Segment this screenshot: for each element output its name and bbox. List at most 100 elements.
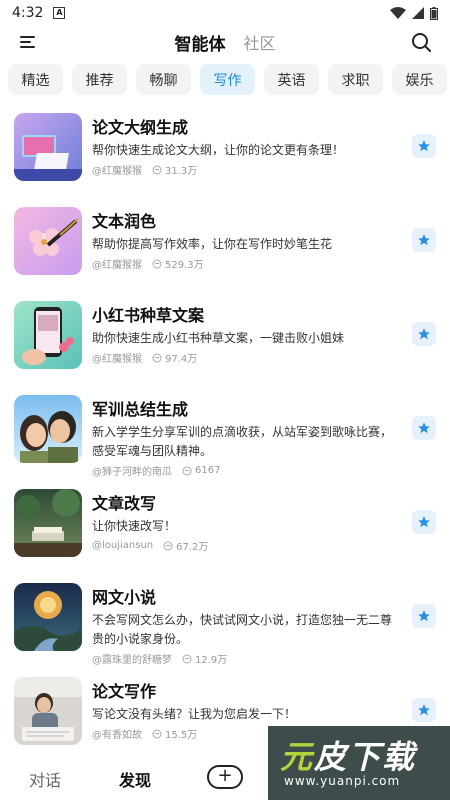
chat-bubble-icon (182, 466, 192, 475)
agent-meta: @loujiansun 67.2万 (92, 538, 402, 553)
wifi-icon (390, 7, 406, 19)
star-icon (418, 704, 430, 716)
usage-count: 6167 (182, 465, 220, 476)
favorite-button[interactable] (412, 322, 436, 346)
agent-desc: 助你快速生成小红书种草文案，一键击败小姐妹 (92, 331, 345, 345)
usage-count: 31.3万 (152, 162, 197, 177)
chat-bubble-icon (152, 353, 162, 362)
add-button[interactable]: + (207, 765, 243, 789)
chat-bubble-icon (163, 541, 173, 550)
agent-info: 网文小说 不会写网文怎么办，快试试网文小说，打造您独一无二尊贵的小说家身份。 @… (92, 588, 402, 666)
agent-title: 论文写作 (92, 682, 157, 701)
top-bar: 智能体 社区 (0, 26, 450, 58)
chip-entertainment[interactable]: 娱乐 (392, 64, 447, 95)
chat-bubble-icon (152, 729, 162, 738)
agent-info: 论文大纲生成 帮你快速生成论文大纲，让你的论文更有条理！ @红魔猴猴 31.3万 (92, 118, 402, 177)
star-icon (418, 610, 430, 622)
agent-title: 文章改写 (92, 494, 157, 513)
star-icon (418, 328, 430, 340)
agent-item[interactable]: 文章改写 让你快速改写！ @loujiansun 67.2万 (0, 480, 450, 574)
usage-count: 12.9万 (182, 651, 227, 666)
status-icons (390, 6, 438, 20)
usage-count-value: 12.9万 (195, 655, 228, 666)
favorite-button[interactable] (412, 134, 436, 158)
agent-meta: @红魔猴猴 97.4万 (92, 350, 402, 365)
favorite-button[interactable] (412, 510, 436, 534)
status-time: 4:32 (12, 5, 44, 21)
battery-icon (430, 6, 438, 20)
agent-item[interactable]: 网文小说 不会写网文怎么办，快试试网文小说，打造您独一无二尊贵的小说家身份。 @… (0, 574, 450, 668)
agent-list: 论文大纲生成 帮你快速生成论文大纲，让你的论文更有条理！ @红魔猴猴 31.3万 (0, 104, 450, 762)
agent-thumbnail (14, 489, 82, 557)
agent-title: 网文小说 (92, 588, 157, 607)
agent-title: 论文大纲生成 (92, 118, 189, 137)
menu-icon[interactable] (18, 32, 38, 52)
search-icon[interactable] (410, 31, 432, 53)
favorite-button[interactable] (412, 604, 436, 628)
chip-english[interactable]: 英语 (264, 64, 319, 95)
nav-dialog[interactable]: 对话 (29, 767, 61, 791)
usage-count-value: 6167 (195, 465, 221, 476)
chip-recommended[interactable]: 推荐 (72, 64, 127, 95)
agent-thumbnail (14, 677, 82, 745)
agent-title: 军训总结生成 (92, 400, 189, 419)
usage-count: 67.2万 (163, 538, 208, 553)
agent-desc: 让你快速改写！ (92, 519, 177, 533)
agent-author: @红魔猴猴 (92, 166, 142, 177)
tab-community[interactable]: 社区 (243, 30, 275, 54)
agent-author: @有香如故 (92, 730, 142, 741)
agent-meta: @露珠里的舒糖梦 12.9万 (92, 651, 402, 666)
status-bar: 4:32 A (0, 0, 450, 26)
agent-thumbnail (14, 207, 82, 275)
agent-meta: @红魔猴猴 529.3万 (92, 256, 402, 271)
usage-count: 529.3万 (152, 256, 204, 271)
usage-count-value: 31.3万 (165, 166, 198, 177)
agent-info: 文本润色 帮助你提高写作效率，让你在写作时妙笔生花 @红魔猴猴 529.3万 (92, 212, 402, 271)
agent-meta: @红魔猴猴 31.3万 (92, 162, 402, 177)
chip-jobs[interactable]: 求职 (328, 64, 383, 95)
favorite-button[interactable] (412, 228, 436, 252)
star-icon (418, 516, 430, 528)
agent-author: @狮子河畔的南瓜 (92, 467, 172, 478)
agent-title: 文本润色 (92, 212, 157, 231)
star-icon (418, 234, 430, 246)
agent-desc: 写论文没有头绪？让我为您启发一下！ (92, 707, 297, 721)
favorite-button[interactable] (412, 416, 436, 440)
usage-count-value: 529.3万 (165, 260, 204, 271)
chip-featured[interactable]: 精选 (8, 64, 63, 95)
star-icon (418, 140, 430, 152)
favorite-button[interactable] (412, 698, 436, 722)
agent-item[interactable]: 论文大纲生成 帮你快速生成论文大纲，让你的论文更有条理！ @红魔猴猴 31.3万 (0, 104, 450, 198)
agent-author: @红魔猴猴 (92, 354, 142, 365)
agent-meta: @狮子河畔的南瓜 6167 (92, 463, 402, 478)
agent-desc: 新入学学生分享军训的点滴收获，从站军姿到歌咏比赛，感受军魂与团队精神。 (92, 425, 393, 458)
chat-bubble-icon (182, 654, 192, 663)
watermark-logo: 元皮下载 www.yuanpi.com (268, 726, 450, 800)
usage-count-value: 97.4万 (165, 354, 198, 365)
agent-item[interactable]: 文本润色 帮助你提高写作效率，让你在写作时妙笔生花 @红魔猴猴 529.3万 (0, 198, 450, 292)
agent-item[interactable]: 军训总结生成 新入学学生分享军训的点滴收获，从站军姿到歌咏比赛，感受军魂与团队精… (0, 386, 450, 480)
usage-count: 15.5万 (152, 726, 197, 741)
agent-title: 小红书种草文案 (92, 306, 205, 325)
agent-desc: 不会写网文怎么办，快试试网文小说，打造您独一无二尊贵的小说家身份。 (92, 613, 393, 646)
chat-bubble-icon (152, 165, 162, 174)
agent-info: 文章改写 让你快速改写！ @loujiansun 67.2万 (92, 494, 402, 553)
usage-count: 97.4万 (152, 350, 197, 365)
chip-chat[interactable]: 畅聊 (136, 64, 191, 95)
notification-icon: A (53, 7, 66, 19)
watermark-url: www.yuanpi.com (284, 774, 401, 788)
agent-info: 军训总结生成 新入学学生分享军训的点滴收获，从站军姿到歌咏比赛，感受军魂与团队精… (92, 400, 402, 478)
chip-writing[interactable]: 写作 (200, 64, 255, 95)
star-icon (418, 422, 430, 434)
chat-bubble-icon (152, 259, 162, 268)
agent-desc: 帮你快速生成论文大纲，让你的论文更有条理！ (92, 143, 345, 157)
nav-discover[interactable]: 发现 (119, 767, 151, 791)
agent-item[interactable]: 小红书种草文案 助你快速生成小红书种草文案，一键击败小姐妹 @红魔猴猴 97.4… (0, 292, 450, 386)
tab-agents[interactable]: 智能体 (174, 30, 225, 55)
agent-author: @红魔猴猴 (92, 260, 142, 271)
usage-count-value: 15.5万 (165, 730, 198, 741)
agent-thumbnail (14, 301, 82, 369)
agent-author: @loujiansun (92, 540, 154, 551)
category-chips: 精选 推荐 畅聊 写作 英语 求职 娱乐 (8, 64, 450, 96)
agent-author: @露珠里的舒糖梦 (92, 655, 172, 666)
